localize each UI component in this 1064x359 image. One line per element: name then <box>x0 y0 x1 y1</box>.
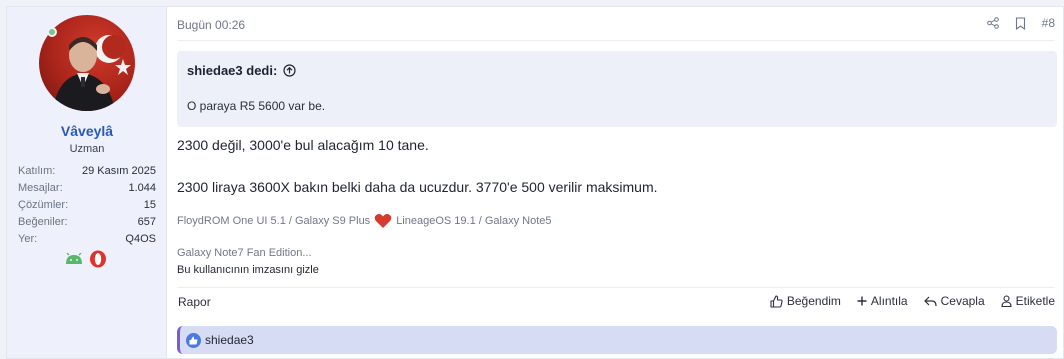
android-icon <box>66 253 82 264</box>
tag-label: Etiketle <box>1015 294 1055 308</box>
quote-header[interactable]: shiedae3 dedi: <box>187 63 296 78</box>
reply-label: Cevapla <box>940 294 985 308</box>
signature-part: FloydROM One UI 5.1 / Galaxy S9 Plus <box>177 215 371 227</box>
reply-button[interactable]: Cevapla <box>923 294 985 308</box>
plus-icon <box>857 296 867 306</box>
like-label: Beğendim <box>786 294 841 308</box>
user-title: Uzman <box>69 143 105 155</box>
stat-row: Çözümler: 15 <box>18 197 156 214</box>
post-top-actions: #8 <box>986 16 1055 30</box>
stat-row: Yer: Q4OS <box>18 231 156 248</box>
stat-row: Katılım: 29 Kasım 2025 <box>18 163 156 180</box>
stat-key: Mesajlar: <box>18 182 63 194</box>
reactions-bar[interactable]: shiedae3 <box>177 326 1057 354</box>
opera-icon <box>90 250 106 268</box>
stat-row: Mesajlar: 1.044 <box>18 180 156 197</box>
thumbs-up-small-icon <box>189 336 198 344</box>
stat-value: 657 <box>137 216 156 228</box>
heart-icon <box>374 214 392 228</box>
stat-key: Beğeniler: <box>18 216 68 228</box>
post-main: Bugün 00:26 #8 shiedae3 dedi: O paraya R… <box>167 7 1063 358</box>
quote-block: shiedae3 dedi: O paraya R5 5600 var be. <box>177 51 1057 127</box>
post-time[interactable]: Bugün 00:26 <box>177 18 245 32</box>
footer-divider <box>177 287 1055 288</box>
signature-line: Galaxy Note7 Fan Edition... <box>177 247 312 259</box>
like-reaction-icon <box>186 332 201 348</box>
header-divider <box>177 40 1055 41</box>
bookmark-icon[interactable] <box>1015 16 1026 30</box>
post-actions: Beğendim Alıntıla Cevapla Etiketle <box>770 294 1055 308</box>
stat-row: Beğeniler: 657 <box>18 214 156 231</box>
like-button[interactable]: Beğendim <box>770 294 841 308</box>
message-line: 2300 liraya 3600X bakın belki daha da uc… <box>177 179 658 195</box>
user-icon <box>1001 295 1012 307</box>
user-panel: Vâveylâ Uzman Katılım: 29 Kasım 2025 Mes… <box>7 7 167 358</box>
message-line: 2300 değil, 3000'e bul alacağım 10 tane. <box>177 137 429 153</box>
tag-button[interactable]: Etiketle <box>1001 294 1055 308</box>
stat-value: 1.044 <box>128 182 156 194</box>
stat-value: 29 Kasım 2025 <box>82 165 156 177</box>
thumbs-up-icon <box>770 294 783 308</box>
hide-signature-link[interactable]: Bu kullanıcının imzasını gizle <box>177 264 319 276</box>
quote-button[interactable]: Alıntıla <box>857 294 908 308</box>
quote-label: Alıntıla <box>870 294 908 308</box>
username[interactable]: Vâveylâ <box>7 123 167 139</box>
stat-key: Katılım: <box>18 165 56 177</box>
user-stats: Katılım: 29 Kasım 2025 Mesajlar: 1.044 Ç… <box>18 163 156 248</box>
reaction-users[interactable]: shiedae3 <box>205 333 254 347</box>
user-badges <box>65 249 115 269</box>
quote-author: shiedae3 dedi: <box>187 63 278 78</box>
online-indicator <box>47 27 57 37</box>
avatar-wrap <box>39 15 135 111</box>
signature-part: LineageOS 19.1 / Galaxy Note5 <box>396 215 552 227</box>
signature: FloydROM One UI 5.1 / Galaxy S9 Plus Lin… <box>177 213 552 229</box>
stat-key: Çözümler: <box>18 199 69 211</box>
stat-value: Q4OS <box>125 233 156 245</box>
arrow-up-circle-icon[interactable] <box>283 64 296 77</box>
stat-value: 15 <box>143 199 156 211</box>
stat-key: Yer: <box>18 233 38 245</box>
share-icon[interactable] <box>986 17 999 29</box>
quote-text: O paraya R5 5600 var be. <box>187 99 326 113</box>
reply-icon <box>923 296 937 306</box>
message-post: Vâveylâ Uzman Katılım: 29 Kasım 2025 Mes… <box>6 6 1064 359</box>
post-number[interactable]: #8 <box>1042 16 1055 30</box>
report-link[interactable]: Rapor <box>178 295 211 309</box>
